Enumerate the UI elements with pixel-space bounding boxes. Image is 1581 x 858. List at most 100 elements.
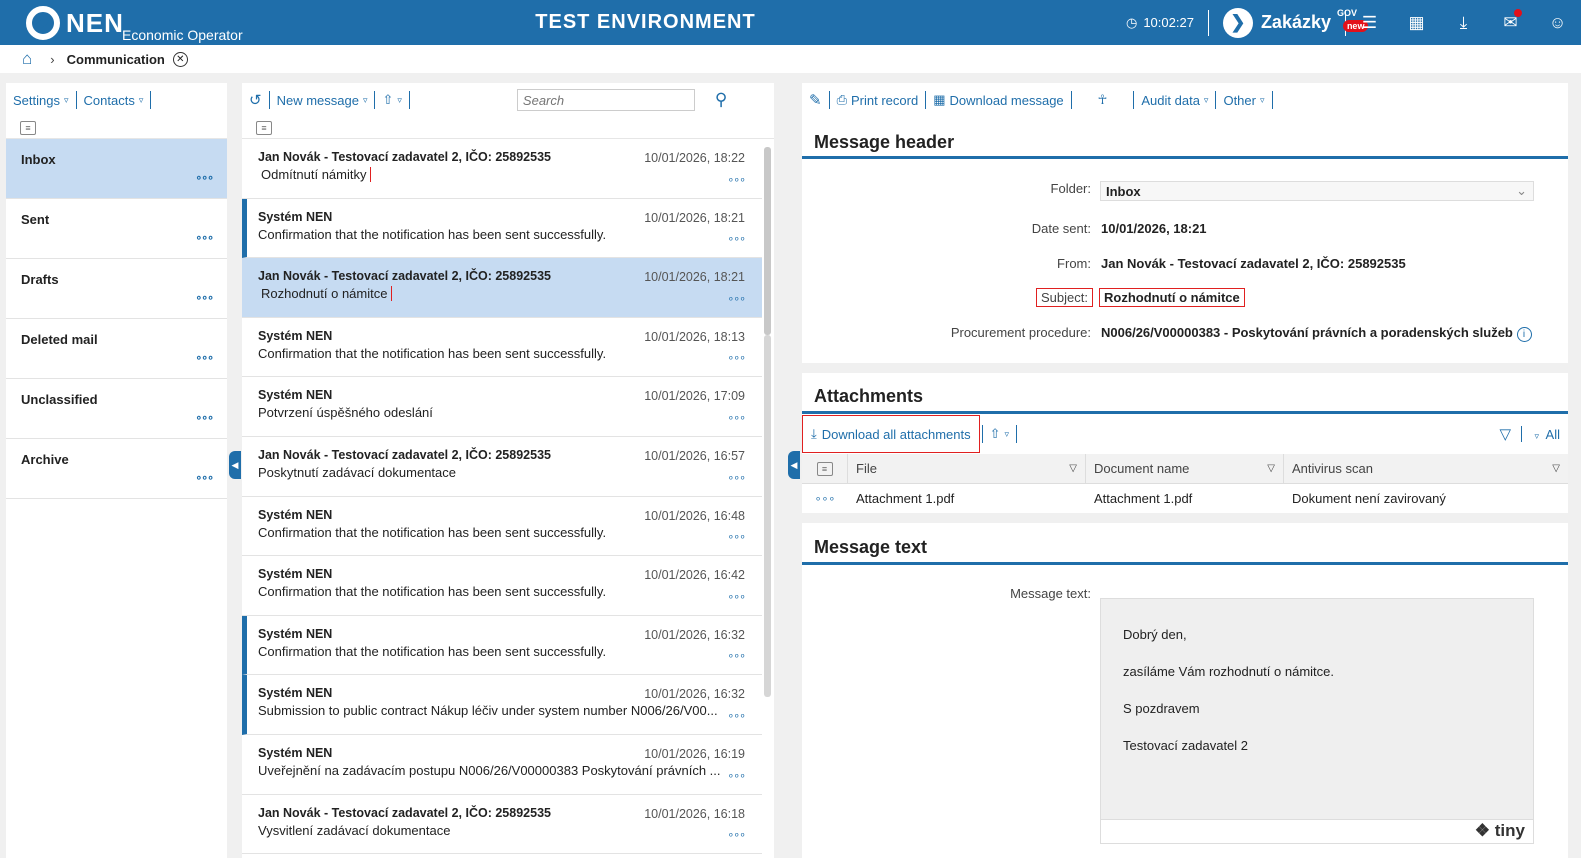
column-file[interactable]: File ▽ xyxy=(848,454,1086,483)
from-value: Jan Novák - Testovací zadavatel 2, IČO: … xyxy=(1101,256,1406,271)
collapse-middle-icon[interactable]: ◀ xyxy=(788,451,800,479)
home-icon[interactable]: ⌂ xyxy=(22,49,32,69)
folder-list: Inbox ∘∘∘ Sent ∘∘∘ Drafts ∘∘∘ Deleted mail ∘∘∘ U… xyxy=(6,139,227,499)
list-item[interactable]: Systém NEN 10/01/2026, 16:32 Submission to… xyxy=(242,675,762,735)
list-item[interactable]: Systém NEN 10/01/2026, 18:21 Confirmation … xyxy=(242,198,762,259)
list-item[interactable]: Jan Novák - Testovací zadavatel 2, IČO: … xyxy=(242,258,762,318)
certificate-button[interactable]: ☥ xyxy=(1072,91,1135,109)
dropdown-arrow-icon: ▿ xyxy=(138,94,144,105)
close-tab-icon[interactable]: ✕ xyxy=(172,51,188,67)
zakazky-link[interactable]: ❯ Zakázky GOV new xyxy=(1209,7,1369,38)
folder-select[interactable]: Inbox ⌄ xyxy=(1100,181,1534,201)
column-antivirus[interactable]: Antivirus scan ▽ xyxy=(1284,454,1568,483)
message-date: 10/01/2026, 18:22 xyxy=(644,151,745,165)
list-item[interactable]: Systém NEN 10/01/2026, 16:42 Confirmation … xyxy=(242,556,762,616)
edit-button[interactable]: ✎ xyxy=(802,91,830,109)
more-options-icon[interactable]: ∘∘∘ xyxy=(727,828,746,841)
list-item[interactable]: Systém NEN 10/01/2026, 16:19 Uveřejnění na… xyxy=(242,735,762,795)
folder-item[interactable]: Unclassified ∘∘∘ xyxy=(6,379,227,439)
more-options-icon[interactable]: ∘∘∘ xyxy=(727,471,746,484)
menu-icon[interactable]: ☰ xyxy=(1346,13,1393,33)
new-message-label: New message xyxy=(276,92,359,108)
list-item[interactable]: Systém NEN 10/01/2026, 17:09 Potvrzení úsp… xyxy=(242,377,762,437)
download-message-label: Download message xyxy=(949,92,1064,108)
message-text-editor[interactable]: Dobrý den, zasíláme Vám rozhodnutí o nám… xyxy=(1100,598,1534,844)
user-icon[interactable]: ☺ xyxy=(1534,13,1581,33)
more-options-icon[interactable]: ∘∘∘ xyxy=(727,232,746,245)
new-message-button[interactable]: New message ▿ xyxy=(270,91,376,109)
more-options-icon[interactable]: ∘∘∘ xyxy=(727,411,746,424)
contacts-menu[interactable]: Contacts ▿ xyxy=(77,91,152,109)
folder-item[interactable]: Drafts ∘∘∘ xyxy=(6,259,227,319)
folder-item[interactable]: Archive ∘∘∘ xyxy=(6,439,227,499)
download-all-attachments-button[interactable]: ⤓ Download all attachments xyxy=(802,415,980,453)
more-options-icon[interactable]: ∘∘∘ xyxy=(727,709,746,722)
refresh-button[interactable]: ↺ xyxy=(242,91,270,109)
folder-item[interactable]: Inbox ∘∘∘ xyxy=(6,139,227,199)
other-menu[interactable]: Other ▿ xyxy=(1216,91,1273,109)
filter-all-toggle[interactable]: ▿ All xyxy=(1535,427,1561,442)
filter-icon[interactable]: ▽ xyxy=(1499,425,1511,443)
refresh-icon: ↺ xyxy=(249,92,262,109)
tiny-logo: ❖ tiny xyxy=(1475,821,1525,841)
subject-label: Subject: xyxy=(802,288,1093,307)
more-options-icon[interactable]: ∘∘∘ xyxy=(195,411,214,424)
column-settings-icon[interactable]: ≡ xyxy=(20,120,36,135)
more-options-icon[interactable]: ∘∘∘ xyxy=(195,291,214,304)
scrollbar-track[interactable] xyxy=(764,335,771,697)
more-options-icon[interactable]: ∘∘∘ xyxy=(195,231,214,244)
attachment-file[interactable]: Attachment 1.pdf xyxy=(848,484,1086,512)
list-item[interactable]: Systém NEN 10/01/2026, 18:13 Confirmation … xyxy=(242,318,762,378)
export-attachments-button[interactable]: ⇧ ▿ xyxy=(981,425,1018,443)
list-item[interactable]: Jan Novák - Testovací zadavatel 2, IČO: … xyxy=(242,795,762,855)
list-item[interactable]: Systém NEN 10/01/2026, 16:32 Confirmation … xyxy=(242,615,762,676)
more-options-icon[interactable]: ∘∘∘ xyxy=(727,173,746,186)
print-record-button[interactable]: ⎙ Print record xyxy=(830,91,927,109)
row-actions-icon[interactable]: ∘∘∘ xyxy=(802,484,848,512)
calendar-icon[interactable]: ▦ xyxy=(1393,13,1440,33)
scrollbar-thumb[interactable] xyxy=(764,147,771,335)
list-item[interactable]: Systém NEN 10/01/2026, 16:48 Confirmation … xyxy=(242,497,762,557)
message-subject: Poskytnutí zadávací dokumentace xyxy=(258,464,457,480)
mail-icon[interactable]: ✉ xyxy=(1487,8,1534,33)
table-row[interactable]: ∘∘∘ Attachment 1.pdf Attachment 1.pdf Do… xyxy=(802,484,1568,512)
more-options-icon[interactable]: ∘∘∘ xyxy=(195,351,214,364)
dropdown-arrow-icon: ▿ xyxy=(1203,94,1209,105)
more-options-icon[interactable]: ∘∘∘ xyxy=(727,530,746,543)
message-subject: Vysvitlení zadávací dokumentace xyxy=(258,822,451,838)
message-date: 10/01/2026, 16:32 xyxy=(644,627,745,642)
message-date: 10/01/2026, 16:18 xyxy=(644,806,745,821)
audit-data-menu[interactable]: Audit data ▿ xyxy=(1134,91,1217,109)
list-item[interactable]: Jan Novák - Testovací zadavatel 2, IČO: … xyxy=(242,139,762,199)
collapse-left-icon[interactable]: ◀ xyxy=(229,451,241,479)
column-settings-icon[interactable]: ≡ xyxy=(256,120,272,135)
column-document-name[interactable]: Document name ▽ xyxy=(1086,454,1284,483)
export-button[interactable]: ⇧ ▿ xyxy=(375,91,410,109)
download-icon[interactable]: ⤓ xyxy=(1440,13,1487,33)
more-options-icon[interactable]: ∘∘∘ xyxy=(727,769,746,782)
more-options-icon[interactable]: ∘∘∘ xyxy=(195,171,214,184)
download-message-button[interactable]: ▦ Download message xyxy=(926,91,1072,109)
folder-item[interactable]: Deleted mail ∘∘∘ xyxy=(6,319,227,379)
search-input[interactable] xyxy=(516,89,695,111)
breadcrumb-current: Communication xyxy=(66,51,165,67)
info-icon[interactable]: i xyxy=(1516,327,1532,342)
list-item[interactable]: Jan Novák - Testovací zadavatel 2, IČO: … xyxy=(242,437,762,497)
tiny-icon: ❖ xyxy=(1474,821,1491,840)
column-settings-icon[interactable]: ≡ xyxy=(816,461,833,476)
settings-menu[interactable]: Settings ▿ xyxy=(6,91,77,109)
folder-item[interactable]: Sent ∘∘∘ xyxy=(6,199,227,259)
more-options-icon[interactable]: ∘∘∘ xyxy=(727,649,746,662)
printer-icon: ⎙ xyxy=(836,92,847,107)
message-header-panel: ✎ ⎙ Print record ▦ Download message ☥ Audi… xyxy=(802,83,1568,363)
search-icon[interactable]: ⚲ xyxy=(715,90,727,110)
more-options-icon[interactable]: ∘∘∘ xyxy=(727,590,746,603)
folders-panel: Settings ▿ Contacts ▿ ≡ Inbox ∘∘∘ Sent ∘∘∘ Dra… xyxy=(6,83,227,858)
message-date: 10/01/2026, 16:57 xyxy=(644,448,745,463)
folder-label: Unclassified xyxy=(21,392,98,407)
more-options-icon[interactable]: ∘∘∘ xyxy=(727,351,746,364)
more-options-icon[interactable]: ∘∘∘ xyxy=(195,471,214,484)
more-options-icon[interactable]: ∘∘∘ xyxy=(727,292,746,305)
download-message-icon: ▦ xyxy=(933,92,946,107)
export-icon: ⇧ xyxy=(382,92,394,107)
